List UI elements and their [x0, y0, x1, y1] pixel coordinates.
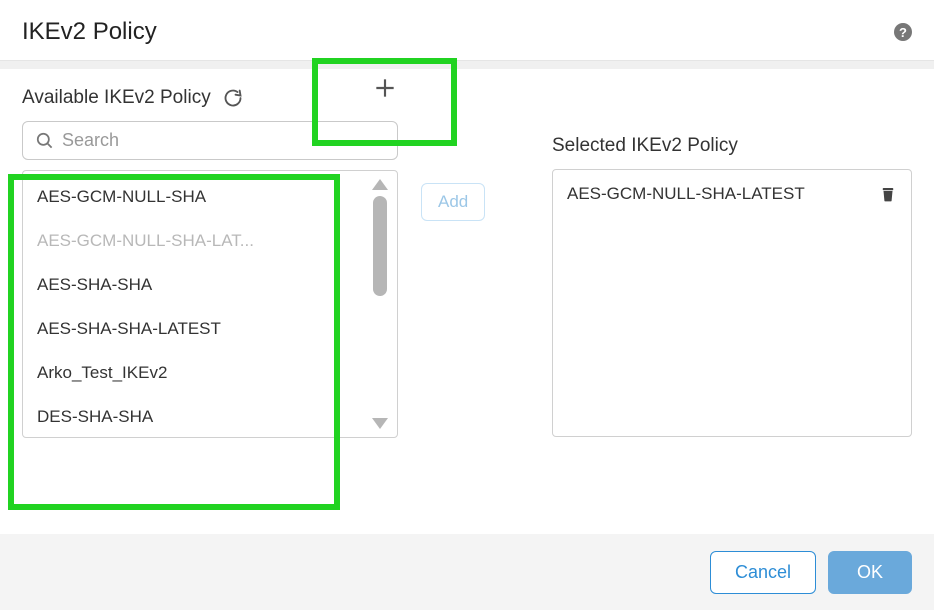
- list-item[interactable]: AES-SHA-SHA: [23, 263, 363, 307]
- cancel-button[interactable]: Cancel: [710, 551, 816, 594]
- available-list: AES-GCM-NULL-SHA AES-GCM-NULL-SHA-LAT...…: [22, 170, 398, 438]
- list-item[interactable]: Arko_Test_IKEv2: [23, 351, 363, 395]
- list-item[interactable]: AES-SHA-SHA-LATEST: [23, 307, 363, 351]
- selected-item-label: AES-GCM-NULL-SHA-LATEST: [567, 184, 805, 204]
- available-label: Available IKEv2 Policy: [22, 87, 211, 109]
- dialog-header: IKEv2 Policy ?: [0, 0, 934, 61]
- scrollbar[interactable]: [363, 171, 397, 437]
- list-item[interactable]: AES-GCM-NULL-SHA-LAT...: [23, 219, 363, 263]
- available-list-inner: AES-GCM-NULL-SHA AES-GCM-NULL-SHA-LAT...…: [23, 171, 363, 437]
- add-button-wrap: Add: [421, 183, 485, 221]
- help-icon[interactable]: ?: [894, 23, 912, 41]
- scroll-track[interactable]: [372, 196, 388, 412]
- add-button[interactable]: Add: [421, 183, 485, 221]
- header-divider: [0, 61, 934, 69]
- trash-icon[interactable]: [879, 184, 897, 204]
- search-field-wrapper[interactable]: [22, 121, 398, 160]
- main-content: Available IKEv2 Policy AES-GCM-NULL-SHA …: [0, 69, 934, 438]
- list-item[interactable]: AES-GCM-NULL-SHA: [23, 175, 363, 219]
- scroll-up-icon[interactable]: [372, 179, 388, 190]
- available-column: Available IKEv2 Policy AES-GCM-NULL-SHA …: [22, 87, 398, 438]
- search-input[interactable]: [62, 130, 385, 151]
- scroll-thumb[interactable]: [373, 196, 387, 296]
- list-item[interactable]: DES-SHA-SHA: [23, 395, 363, 437]
- selected-label: Selected IKEv2 Policy: [552, 135, 912, 157]
- refresh-icon[interactable]: [223, 88, 243, 108]
- dialog-footer: Cancel OK: [0, 534, 934, 610]
- page-title: IKEv2 Policy: [22, 18, 157, 46]
- ok-button[interactable]: OK: [828, 551, 912, 594]
- search-icon: [35, 131, 54, 150]
- scroll-down-icon[interactable]: [372, 418, 388, 429]
- selected-column: Selected IKEv2 Policy AES-GCM-NULL-SHA-L…: [552, 87, 912, 437]
- selected-item[interactable]: AES-GCM-NULL-SHA-LATEST: [553, 176, 911, 212]
- selected-list: AES-GCM-NULL-SHA-LATEST: [552, 169, 912, 437]
- add-policy-button[interactable]: [312, 64, 457, 112]
